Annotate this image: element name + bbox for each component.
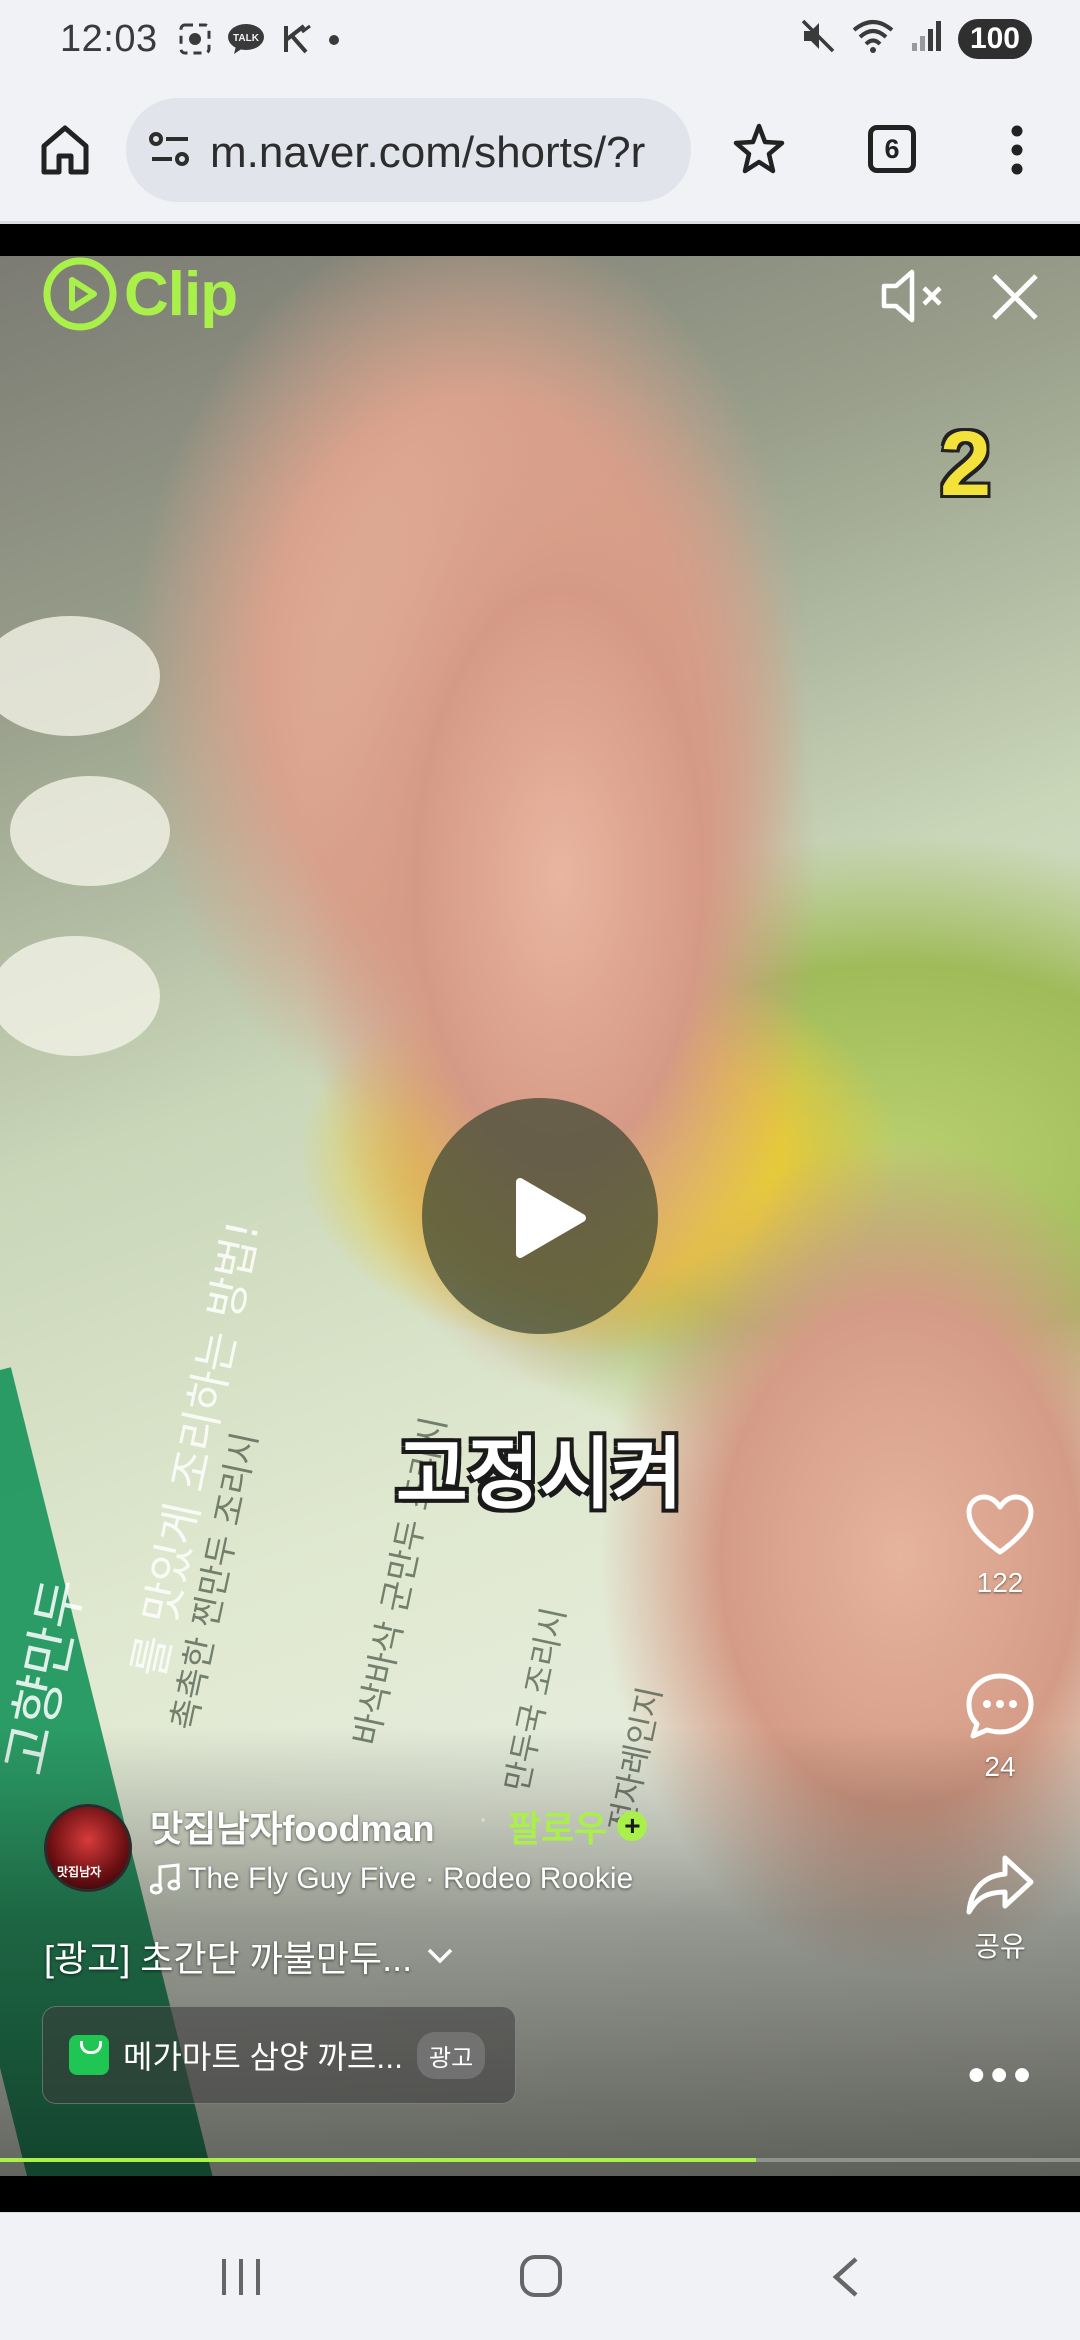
play-button[interactable] bbox=[422, 1098, 658, 1334]
clip-logo-icon bbox=[43, 257, 117, 331]
ad-badge: 광고 bbox=[416, 2031, 486, 2079]
wifi-icon bbox=[852, 18, 894, 59]
talk-label: TALK bbox=[233, 33, 260, 44]
signal-icon bbox=[910, 19, 942, 58]
bookmark-star-icon[interactable] bbox=[732, 122, 786, 181]
close-icon[interactable] bbox=[990, 272, 1040, 327]
music-track: The Fly Guy Five · Rodeo Rookie bbox=[188, 1862, 634, 1895]
dumpling-image bbox=[10, 776, 170, 886]
status-notification-icons: TALK bbox=[178, 22, 340, 61]
home-icon[interactable] bbox=[40, 124, 90, 181]
video-player[interactable]: 고향만두 를 맛있게 조리하는 방법! 촉촉한 찐만두 조리시 바삭바삭 군만두… bbox=[0, 226, 1080, 2212]
more-vert-icon[interactable] bbox=[1010, 124, 1024, 181]
caption-text: [광고] 초간단 까불만두... bbox=[44, 1938, 413, 1979]
music-row[interactable]: The Fly Guy Five · Rodeo Rookie bbox=[150, 1862, 633, 1896]
caption-row[interactable]: [광고] 초간단 까불만두... bbox=[44, 1930, 454, 1982]
address-bar[interactable]: m.naver.com/shorts/?r bbox=[126, 98, 691, 202]
share-icon bbox=[966, 1855, 1034, 1915]
shopping-bag-icon bbox=[69, 2035, 109, 2075]
video-subtitle: 고정시켜 bbox=[396, 1430, 684, 1518]
ad-product-card[interactable]: 메가마트 삼양 까르... 광고 bbox=[42, 2006, 516, 2104]
url-text: m.naver.com/shorts/?r bbox=[210, 128, 646, 177]
dumpling-image bbox=[0, 936, 160, 1056]
back-icon[interactable] bbox=[828, 2255, 862, 2304]
progress-bar[interactable] bbox=[0, 2158, 1080, 2162]
tab-switcher-button[interactable]: 6 bbox=[868, 125, 916, 173]
comment-button[interactable]: 24 bbox=[920, 1672, 1080, 1783]
site-settings-icon[interactable] bbox=[148, 130, 192, 175]
overlay-step-number: 2 bbox=[940, 413, 992, 515]
recent-apps-icon[interactable] bbox=[220, 2257, 262, 2302]
progress-fill bbox=[0, 2158, 756, 2162]
mute-icon bbox=[800, 18, 836, 59]
browser-toolbar: m.naver.com/shorts/?r 6 bbox=[0, 84, 1080, 224]
author-name[interactable]: 맛집남자foodman bbox=[150, 1800, 434, 1852]
more-options-icon[interactable]: ••• bbox=[968, 2048, 1036, 2103]
k-icon bbox=[280, 22, 314, 61]
chevron-down-icon bbox=[427, 1948, 453, 1964]
clip-logo-text: Clip bbox=[124, 259, 238, 329]
avatar-label: 맛집남자 bbox=[57, 1865, 102, 1879]
system-nav-bar bbox=[0, 2212, 1080, 2340]
clip-logo: Clip bbox=[42, 256, 238, 332]
author-row: 맛집남자 맛집남자foodman · 팔로우 + bbox=[44, 1802, 648, 1892]
share-label: 공유 bbox=[974, 1931, 1026, 1962]
dot-icon bbox=[328, 33, 340, 51]
talk-icon: TALK bbox=[226, 22, 266, 61]
follow-label: 팔로우 bbox=[508, 1808, 608, 1849]
status-system-icons: 100 bbox=[800, 18, 1032, 59]
home-nav-icon[interactable] bbox=[518, 2253, 564, 2304]
separator-dot: · bbox=[478, 1802, 488, 1835]
screenshot-icon bbox=[178, 22, 212, 61]
dumpling-image bbox=[0, 616, 160, 736]
status-time: 12:03 bbox=[60, 18, 158, 60]
volume-mute-icon[interactable] bbox=[880, 266, 946, 331]
share-button[interactable]: 공유 bbox=[920, 1854, 1080, 1965]
music-note-icon bbox=[150, 1863, 180, 1895]
play-icon bbox=[516, 1178, 586, 1258]
comment-count: 24 bbox=[984, 1751, 1016, 1782]
battery-indicator: 100 bbox=[957, 18, 1032, 59]
like-button[interactable]: 122 bbox=[920, 1494, 1080, 1599]
heart-icon bbox=[966, 1494, 1034, 1555]
follow-button[interactable]: 팔로우 + bbox=[508, 1800, 648, 1852]
comment-icon bbox=[966, 1673, 1034, 1739]
plus-icon: + bbox=[617, 1811, 648, 1841]
like-count: 122 bbox=[976, 1567, 1024, 1598]
status-bar: 12:03 TALK 100 bbox=[0, 0, 1080, 84]
avatar[interactable]: 맛집남자 bbox=[44, 1804, 132, 1892]
ad-product-text: 메가마트 삼양 까르... bbox=[123, 2039, 403, 2075]
